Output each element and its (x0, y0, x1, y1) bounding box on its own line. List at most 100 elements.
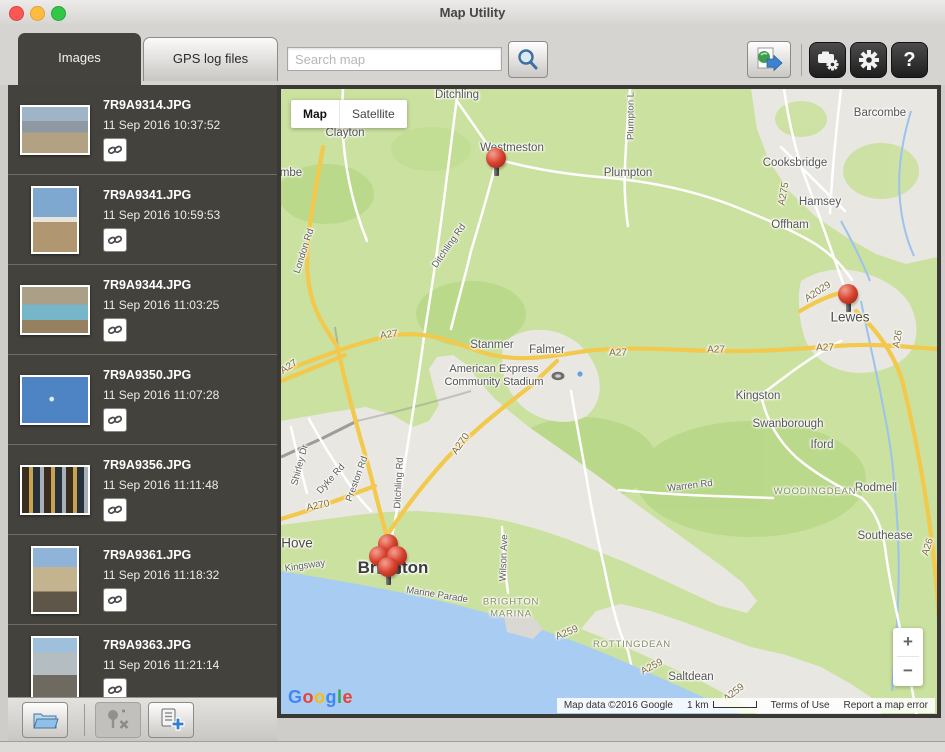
gps-linked-icon (103, 408, 127, 432)
gps-linked-icon (103, 318, 127, 342)
image-thumbnail[interactable] (20, 375, 90, 425)
image-meta: 7R9A9350.JPG 11 Sep 2016 11:07:28 (103, 368, 219, 432)
remove-pin-button[interactable] (95, 702, 141, 738)
zoom-out-button[interactable]: − (893, 657, 923, 685)
report-map-error-link[interactable]: Report a map error (837, 700, 935, 711)
image-list-item[interactable]: 7R9A9350.JPG 11 Sep 2016 11:07:28 (8, 355, 277, 445)
image-thumbnail[interactable] (20, 105, 90, 155)
image-meta: 7R9A9344.JPG 11 Sep 2016 11:03:25 (103, 278, 219, 342)
map-type-map-button[interactable]: Map (291, 100, 339, 128)
export-google-earth-button[interactable] (747, 41, 791, 78)
toolbar-separator (801, 44, 802, 76)
scale-text: 1 km (687, 700, 709, 711)
preferences-gear-icon (851, 43, 886, 77)
add-images-button[interactable] (148, 702, 194, 738)
pin-head (378, 557, 398, 577)
sidebar-toolbar (8, 697, 277, 741)
map-type-control: Map Satellite (291, 100, 407, 128)
open-folder-button[interactable] (22, 702, 68, 738)
gps-linked-icon (103, 228, 127, 252)
image-thumbnail-wrap (16, 543, 94, 617)
image-datetime: 11 Sep 2016 11:21:14 (103, 658, 219, 672)
map-attribution-bar: Map data ©2016 Google 1 km Terms of Use … (557, 698, 935, 713)
image-list-item[interactable]: 7R9A9341.JPG 11 Sep 2016 10:59:53 (8, 175, 277, 265)
titlebar: Map Utility (0, 0, 945, 26)
image-filename: 7R9A9314.JPG (103, 98, 220, 112)
image-thumbnail-wrap (16, 453, 94, 527)
image-meta: 7R9A9361.JPG 11 Sep 2016 11:18:32 (103, 548, 219, 612)
image-thumbnail[interactable] (31, 186, 79, 254)
camera-settings-button[interactable] (809, 42, 846, 78)
sidebar-toolbar-separator (84, 704, 85, 736)
gps-linked-icon (103, 678, 127, 697)
top-toolbar: Images GPS log files (0, 25, 945, 85)
image-thumbnail[interactable] (31, 546, 79, 614)
image-datetime: 11 Sep 2016 11:03:25 (103, 298, 219, 312)
map-zoom-control: + − (893, 628, 923, 686)
gps-linked-icon (103, 138, 127, 162)
gps-linked-icon (103, 588, 127, 612)
tab-gps-log-files[interactable]: GPS log files (143, 37, 278, 81)
image-datetime: 11 Sep 2016 10:59:53 (103, 208, 220, 222)
image-list-item[interactable]: 7R9A9361.JPG 11 Sep 2016 11:18:32 (8, 535, 277, 625)
google-logo-letter: g (326, 687, 338, 707)
pin-head (486, 148, 506, 168)
image-meta: 7R9A9341.JPG 11 Sep 2016 10:59:53 (103, 188, 220, 252)
image-meta: 7R9A9356.JPG 11 Sep 2016 11:11:48 (103, 458, 218, 522)
zoom-in-button[interactable]: + (893, 628, 923, 656)
map-data-text: Map data ©2016 Google (557, 700, 680, 711)
image-thumbnail-wrap (16, 363, 94, 437)
map-pin[interactable] (378, 557, 398, 577)
map-utility-window: Map Utility Images GPS log files (0, 0, 945, 752)
google-logo: Google (288, 687, 353, 708)
terms-of-use-link[interactable]: Terms of Use (764, 700, 837, 711)
image-list-item[interactable]: 7R9A9363.JPG11 Sep 2016 11:21:14 (8, 625, 277, 697)
export-google-earth-icon (748, 42, 790, 77)
image-datetime: 11 Sep 2016 11:07:28 (103, 388, 219, 402)
image-filename: 7R9A9356.JPG (103, 458, 218, 472)
search-map-input[interactable] (287, 47, 502, 71)
search-icon (509, 42, 547, 77)
image-filename: 7R9A9361.JPG (103, 548, 219, 562)
map-pin[interactable] (838, 284, 858, 304)
help-icon: ? (892, 43, 927, 77)
image-datetime: 11 Sep 2016 11:11:48 (103, 478, 218, 492)
camera-settings-icon (810, 43, 845, 77)
image-thumbnail[interactable] (31, 636, 79, 697)
image-list-item[interactable]: 7R9A9344.JPG 11 Sep 2016 11:03:25 (8, 265, 277, 355)
search-button[interactable] (508, 41, 548, 78)
scale-bar (713, 701, 757, 708)
image-datetime: 11 Sep 2016 10:37:52 (103, 118, 220, 132)
image-list: 7R9A9314.JPG 11 Sep 2016 10:37:52 7R9A9341… (8, 85, 277, 697)
image-thumbnail-wrap (16, 183, 94, 257)
gps-linked-icon (103, 498, 127, 522)
image-thumbnail[interactable] (20, 285, 90, 335)
map-type-satellite-button[interactable]: Satellite (339, 100, 407, 128)
google-logo-letter: o (314, 687, 326, 707)
map-canvas[interactable]: DitchlingClaytonWestmestonmbePlumptonBar… (281, 89, 937, 714)
image-datetime: 11 Sep 2016 11:18:32 (103, 568, 219, 582)
google-logo-letter: e (343, 687, 354, 707)
google-logo-letter: o (303, 687, 315, 707)
map-scale: 1 km (680, 700, 764, 711)
window-bottom-strip (0, 742, 945, 752)
map-pin[interactable] (486, 148, 506, 168)
image-meta: 7R9A9363.JPG11 Sep 2016 11:21:14 (103, 638, 219, 697)
image-thumbnail[interactable] (20, 465, 90, 515)
image-filename: 7R9A9344.JPG (103, 278, 219, 292)
tab-images[interactable]: Images (18, 33, 141, 85)
image-list-item[interactable]: 7R9A9356.JPG 11 Sep 2016 11:11:48 (8, 445, 277, 535)
preferences-button[interactable] (850, 42, 887, 78)
image-list-item[interactable]: 7R9A9314.JPG 11 Sep 2016 10:37:52 (8, 85, 277, 175)
image-filename: 7R9A9350.JPG (103, 368, 219, 382)
google-logo-letter: G (288, 687, 303, 707)
add-images-icon (149, 703, 193, 737)
image-meta: 7R9A9314.JPG 11 Sep 2016 10:37:52 (103, 98, 220, 162)
image-thumbnail-wrap (16, 633, 94, 697)
window-title: Map Utility (0, 0, 945, 25)
image-thumbnail-wrap (16, 273, 94, 347)
remove-pin-icon (96, 703, 140, 737)
image-filename: 7R9A9341.JPG (103, 188, 220, 202)
open-folder-icon (23, 703, 67, 737)
help-button[interactable]: ? (891, 42, 928, 78)
